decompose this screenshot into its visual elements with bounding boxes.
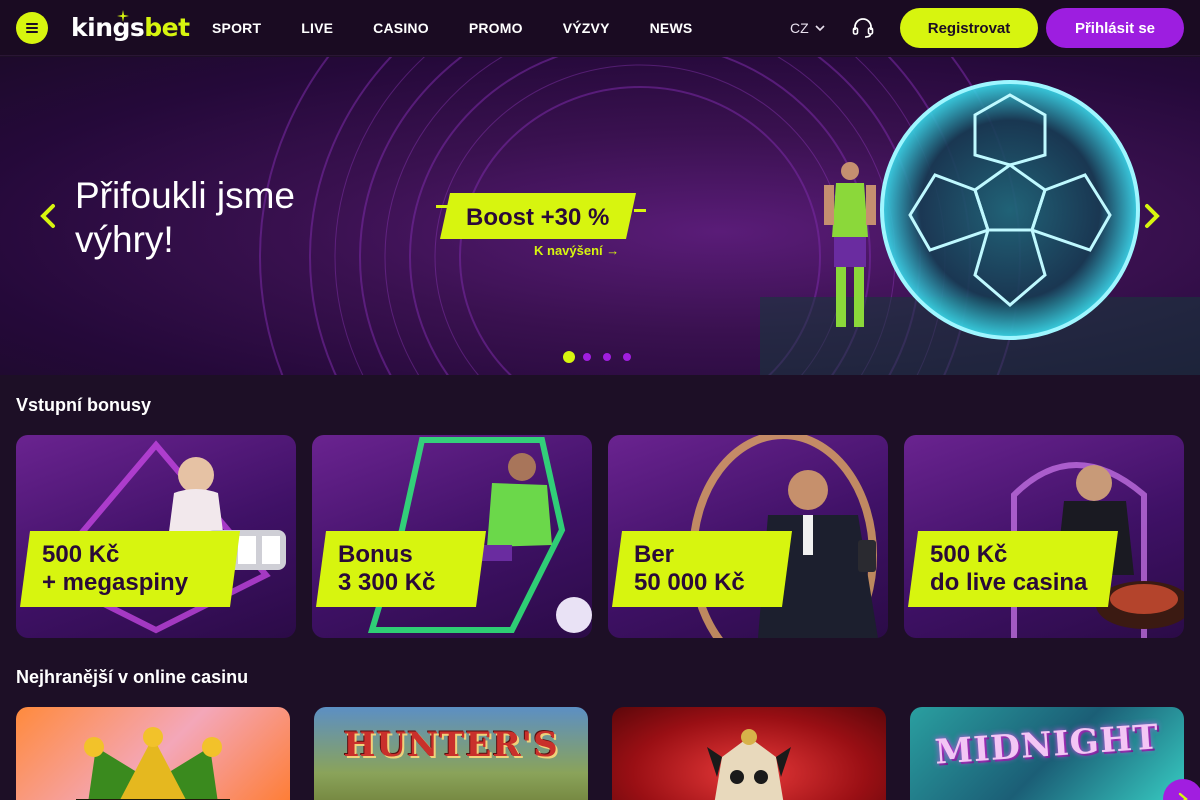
hero-prev-arrow-icon[interactable] (38, 203, 58, 229)
nav-promo[interactable]: PROMO (469, 20, 523, 36)
bonus-card-4-line1: 500 Kč (930, 541, 1008, 568)
game-card-1[interactable] (16, 707, 290, 800)
hero-pagination (563, 351, 643, 363)
bonus-card-2[interactable]: Bonus 3 300 Kč (312, 435, 592, 638)
bonus-card-4[interactable]: 500 Kč do live casina (904, 435, 1184, 638)
jester-hat-artwork (76, 727, 230, 800)
bonus-card-3[interactable]: Ber 50 000 Kč (608, 435, 888, 638)
hero-dot-1[interactable] (563, 351, 575, 363)
hero-dot-4[interactable] (623, 353, 631, 361)
main-navigation: SPORT LIVE CASINO PROMO VÝZVY NEWS (212, 0, 732, 56)
nav-casino[interactable]: CASINO (373, 20, 429, 36)
football-player-image (824, 162, 876, 327)
hamburger-menu-button[interactable] (16, 12, 48, 44)
logo-star-icon (117, 10, 129, 22)
kingsbet-logo[interactable]: kings bet (71, 10, 190, 44)
bonus-card-4-line2: do live casina (930, 569, 1088, 596)
nav-sport[interactable]: SPORT (212, 20, 261, 36)
bonus-card-1-line2: + megaspiny (42, 569, 189, 596)
chevron-right-icon (1178, 792, 1188, 800)
games-section-title: Nejhranější v online casinu (16, 667, 249, 687)
bonus-card-1-line1: 500 Kč (42, 541, 120, 568)
logo-text-bet: bet (144, 13, 190, 42)
bonus-card-2-line2: 3 300 Kč (338, 569, 436, 596)
game-card-2-title: HUNTER'S (343, 725, 559, 765)
game-card-2[interactable]: HUNTER'S (314, 707, 588, 800)
login-button[interactable]: Přihlásit se (1046, 8, 1184, 48)
boost-link[interactable]: K navýšení → (534, 243, 619, 258)
game-card-4-title: MIDNIGHT (933, 717, 1161, 773)
bonus-card-1[interactable]: 500 Kč + megaspiny (16, 435, 296, 638)
game-card-4[interactable]: MIDNIGHT (910, 707, 1184, 800)
language-label: CZ (790, 20, 809, 36)
language-selector[interactable]: CZ (790, 18, 825, 38)
hero-title: Přifoukli jsme výhry! (75, 175, 295, 260)
boost-label: Boost +30 % (466, 204, 610, 231)
bonus-card-2-line1: Bonus (338, 541, 413, 568)
headset-support-icon[interactable] (851, 16, 875, 40)
nav-live[interactable]: LIVE (301, 20, 333, 36)
game-card-3[interactable] (612, 707, 886, 800)
hero-dot-3[interactable] (603, 353, 611, 361)
chevron-down-icon (815, 25, 825, 32)
hero-dot-2[interactable] (583, 353, 591, 361)
bonus-card-3-line1: Ber (634, 541, 675, 568)
hamburger-icon (26, 23, 38, 33)
nav-vyzvy[interactable]: VÝZVY (563, 20, 610, 36)
hero-banner[interactable]: Přifoukli jsme výhry! Boost +30 % K navý… (0, 57, 1200, 375)
logo-text-kings: kings (71, 13, 145, 42)
jester-mask-artwork (707, 729, 791, 800)
nav-news[interactable]: NEWS (650, 20, 693, 36)
register-button[interactable]: Registrovat (900, 8, 1038, 48)
bonuses-section-title: Vstupní bonusy (16, 395, 151, 415)
glowing-football-image (880, 80, 1140, 340)
top-header: kings bet SPORT LIVE CASINO PROMO VÝZVY N… (0, 0, 1200, 56)
bonus-card-3-line2: 50 000 Kč (634, 569, 745, 596)
